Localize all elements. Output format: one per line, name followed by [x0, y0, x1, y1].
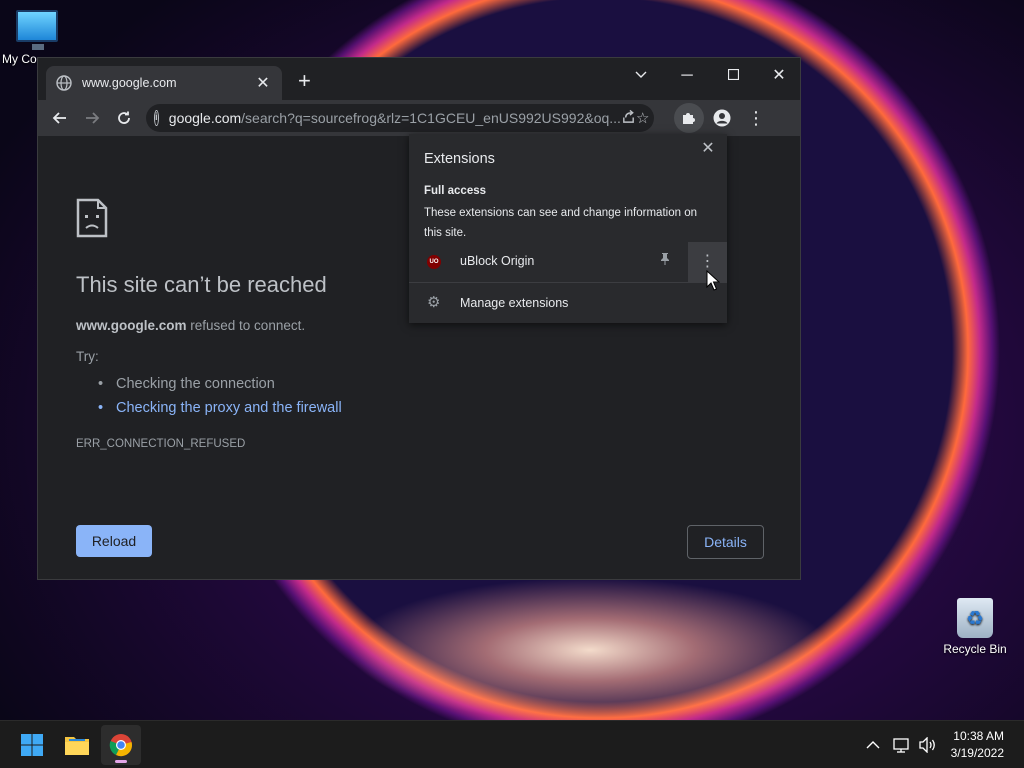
mouse-pointer-icon	[706, 270, 720, 291]
address-bar[interactable]: i google.com/search?q=sourcefrog&rlz=1C1…	[146, 104, 654, 132]
chrome-icon	[109, 734, 132, 757]
system-clock[interactable]: 10:38 AM 3/19/2022	[951, 728, 1004, 762]
taskbar: 10:38 AM 3/19/2022	[0, 720, 1024, 768]
maximize-button[interactable]	[710, 62, 756, 90]
volume-icon[interactable]	[919, 721, 937, 768]
toolbar: i google.com/search?q=sourcefrog&rlz=1C1…	[38, 100, 800, 136]
error-host: www.google.com	[76, 318, 187, 333]
globe-icon	[56, 75, 72, 91]
extensions-puzzle-icon[interactable]	[674, 103, 704, 133]
tab-close-icon[interactable]: ✕	[254, 73, 272, 93]
gear-icon: ⚙	[427, 294, 441, 311]
error-description: www.google.com refused to connect.	[76, 318, 305, 333]
folder-icon	[65, 737, 89, 755]
popup-close-icon[interactable]: ✕	[697, 138, 719, 160]
chrome-taskbar-button[interactable]	[101, 725, 141, 765]
section-heading: Full access	[424, 185, 487, 197]
extension-name: uBlock Origin	[460, 254, 535, 268]
site-info-icon[interactable]: i	[154, 110, 159, 126]
suggestion-item: Checking the connection	[98, 372, 342, 396]
details-button[interactable]: Details	[687, 525, 764, 559]
clock-date: 3/19/2022	[950, 746, 1004, 760]
pin-icon[interactable]	[659, 252, 671, 269]
tab-search-icon[interactable]	[618, 62, 664, 90]
windows-logo-icon	[21, 734, 43, 756]
new-tab-button[interactable]: +	[298, 70, 311, 92]
recycle-bin-icon: ♻	[957, 598, 993, 638]
reload-icon-button[interactable]	[108, 102, 140, 134]
monitor-icon	[16, 10, 58, 50]
extension-row-ublock[interactable]: UO uBlock Origin ⋮	[409, 242, 727, 282]
reload-button[interactable]: Reload	[76, 525, 152, 557]
tab-title: www.google.com	[82, 76, 177, 90]
error-host-suffix: refused to connect.	[186, 318, 306, 333]
start-button[interactable]	[12, 725, 52, 765]
share-icon[interactable]	[621, 109, 636, 128]
file-explorer-button[interactable]	[57, 725, 97, 765]
sad-page-icon	[76, 198, 108, 238]
show-hidden-icons-chevron[interactable]	[866, 721, 880, 768]
manage-extensions-item[interactable]: ⚙ Manage extensions	[409, 283, 727, 323]
network-icon[interactable]	[893, 721, 911, 768]
desktop-icon-recycle-bin[interactable]: ♻ Recycle Bin	[940, 598, 1010, 656]
error-title: This site can’t be reached	[76, 272, 327, 297]
clock-time: 10:38 AM	[953, 729, 1004, 743]
bookmark-star-icon[interactable]: ☆	[636, 109, 649, 127]
minimize-button[interactable]: ─	[664, 62, 710, 90]
extensions-popup: Extensions ✕ Full access These extension…	[409, 134, 727, 323]
back-button[interactable]	[44, 102, 76, 134]
url-path: /search?q=sourcefrog&rlz=1C1GCEU_enUS992…	[241, 110, 621, 126]
suggestion-list: Checking the connection Checking the pro…	[98, 372, 342, 420]
title-bar: www.google.com ✕ + ─ ✕	[38, 58, 800, 100]
forward-button[interactable]	[76, 102, 108, 134]
url-host: google.com	[168, 110, 242, 126]
active-indicator	[115, 760, 127, 763]
close-window-button[interactable]: ✕	[756, 62, 802, 90]
browser-tab[interactable]: www.google.com ✕	[46, 66, 282, 100]
suggestion-link-proxy[interactable]: Checking the proxy and the firewall	[98, 396, 342, 420]
profile-avatar-icon[interactable]	[706, 102, 738, 134]
manage-extensions-label: Manage extensions	[460, 296, 569, 310]
desktop-icon-label: Recycle Bin	[943, 642, 1007, 656]
ublock-origin-icon: UO	[427, 255, 441, 269]
popup-title: Extensions	[424, 151, 495, 167]
section-description: These extensions can see and change info…	[424, 207, 697, 239]
try-label: Try:	[76, 349, 99, 364]
error-code: ERR_CONNECTION_REFUSED	[76, 438, 246, 450]
menu-kebab-icon[interactable]: ⋮	[740, 102, 772, 134]
